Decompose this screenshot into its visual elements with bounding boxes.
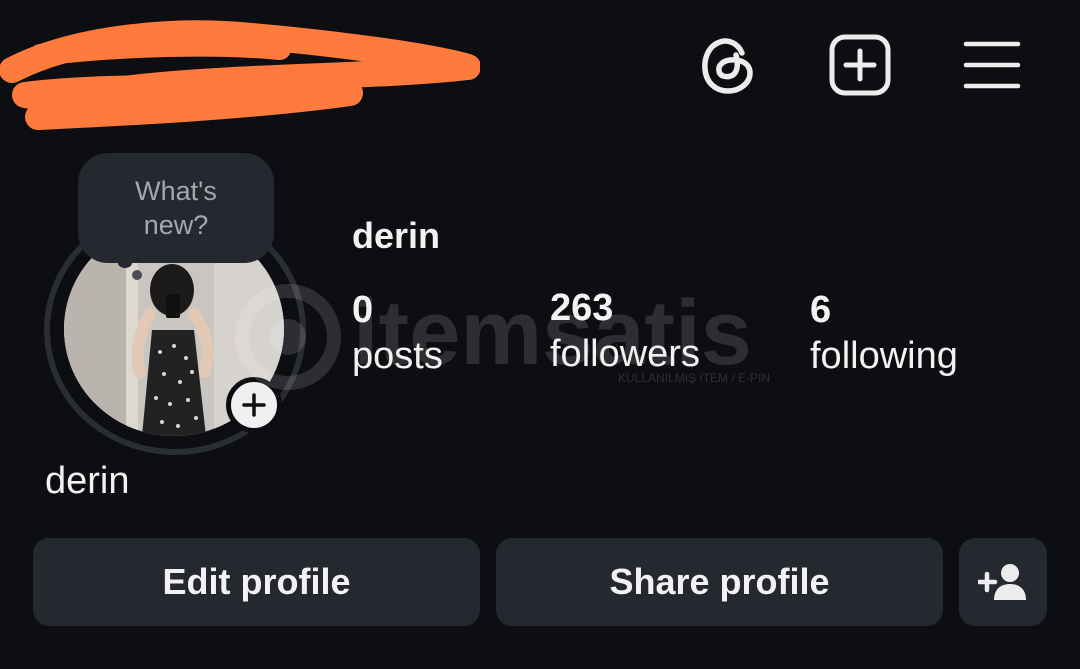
hamburger-menu-icon xyxy=(963,41,1021,89)
plus-square-icon xyxy=(829,34,891,96)
watermark: itemsatis KULLANILMIŞ ITEM / E-PIN xyxy=(235,282,770,390)
stat-followers[interactable]: 263 followers xyxy=(550,286,700,378)
menu-button[interactable] xyxy=(957,30,1027,100)
add-person-icon xyxy=(978,564,1026,600)
share-profile-label: Share profile xyxy=(609,561,830,602)
add-story-button[interactable] xyxy=(226,377,282,433)
redaction-scribble xyxy=(0,20,480,130)
edit-profile-button[interactable]: Edit profile xyxy=(33,538,480,626)
threads-icon xyxy=(702,38,753,94)
threads-button[interactable] xyxy=(693,30,763,100)
create-button[interactable] xyxy=(825,30,895,100)
profile-username: derin xyxy=(352,215,441,256)
stat-posts-value: 0 xyxy=(352,289,374,331)
share-profile-button[interactable]: Share profile xyxy=(496,538,943,626)
stat-posts-label: posts xyxy=(352,335,443,377)
stat-following-label: following xyxy=(810,335,958,377)
stat-followers-label: followers xyxy=(550,333,700,375)
stat-following[interactable]: 6 following xyxy=(810,288,958,380)
stat-posts[interactable]: 0 posts xyxy=(352,288,443,380)
plus-icon xyxy=(242,393,266,417)
stat-following-value: 6 xyxy=(810,289,832,331)
note-bubble[interactable]: What's new? xyxy=(78,153,274,263)
stat-followers-value: 263 xyxy=(550,287,614,329)
note-bubble-tail xyxy=(118,258,132,268)
discover-people-button[interactable] xyxy=(959,538,1047,626)
edit-profile-label: Edit profile xyxy=(162,561,351,602)
note-bubble-text: What's new? xyxy=(135,176,217,240)
profile-page: What's new? itemsatis KULLANILMIŞ ITEM /… xyxy=(0,0,1080,669)
display-name: derin xyxy=(45,460,130,502)
note-bubble-tail-dot xyxy=(132,270,142,280)
